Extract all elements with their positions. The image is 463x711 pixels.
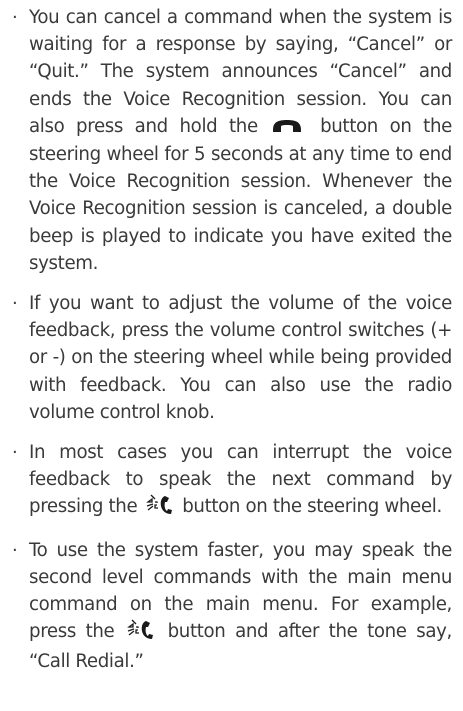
list-item-adjust-volume: · If you want to adjust the volume of th… <box>12 290 452 426</box>
interrupt-feedback-text-part-2: button on the steering wheel. <box>182 496 442 518</box>
list-item-interrupt-feedback: · In most cases you can interrupt the vo… <box>12 439 452 524</box>
manual-page: · You can cancel a command when the syst… <box>0 0 463 711</box>
bullet-point: · <box>12 442 18 464</box>
cancel-command-text-part-2: button on the steering wheel for 5 secon… <box>29 115 452 274</box>
bullet-point: · <box>12 539 18 561</box>
adjust-volume-text: If you want to adjust the volume of the … <box>29 293 452 423</box>
list-item-faster-usage: · To use the system faster, you may spea… <box>12 537 452 676</box>
bullet-point: · <box>12 7 18 28</box>
phone-hang-up-icon <box>272 114 302 141</box>
bullet-point: · <box>12 293 18 315</box>
list-item-cancel-command: · You can cancel a command when the syst… <box>12 4 452 277</box>
talk-phone-icon <box>126 618 154 648</box>
instruction-list: · You can cancel a command when the syst… <box>12 4 452 689</box>
talk-phone-icon <box>145 493 173 523</box>
